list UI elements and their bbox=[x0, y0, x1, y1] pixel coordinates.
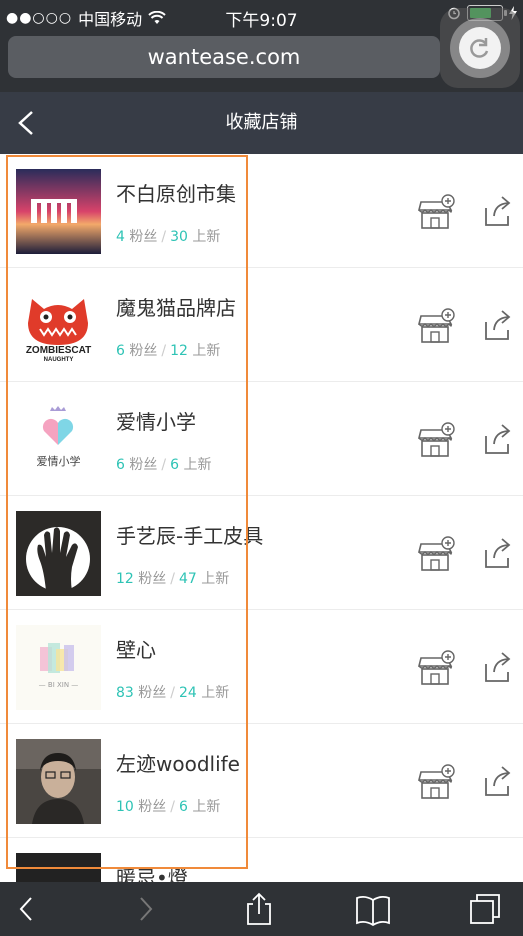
logo-subtext: NAUGHTY bbox=[43, 357, 74, 363]
share-icon bbox=[247, 892, 271, 925]
book-icon bbox=[356, 895, 390, 927]
store-add-icon[interactable] bbox=[417, 536, 457, 572]
logo-text: ZOMBIESCAT bbox=[25, 345, 92, 356]
chevron-right-icon bbox=[140, 897, 153, 921]
tabs-icon bbox=[470, 894, 500, 924]
shop-avatar[interactable]: ZOMBIESCAT NAUGHTY bbox=[16, 283, 101, 368]
share-icon[interactable] bbox=[482, 308, 512, 342]
shop-row[interactable]: ZOMBIESCAT NAUGHTY 魔鬼猫品牌店 6 粉丝/12 上新 bbox=[0, 268, 523, 382]
store-add-icon[interactable] bbox=[417, 422, 457, 458]
shop-name[interactable]: 爱情小学 bbox=[116, 406, 196, 435]
shop-name[interactable]: 不白原创市集 bbox=[116, 178, 236, 207]
shop-row[interactable]: 爱情小学 爱情小学 6 粉丝/6 上新 bbox=[0, 382, 523, 496]
shop-row[interactable]: 手艺辰-手工皮具 12 粉丝/47 上新 bbox=[0, 496, 523, 610]
browser-share-button[interactable] bbox=[242, 892, 276, 926]
store-add-icon[interactable] bbox=[417, 194, 457, 230]
browser-toolbar bbox=[0, 882, 523, 936]
chevron-left-icon bbox=[19, 897, 32, 921]
assistive-touch-button[interactable] bbox=[440, 8, 520, 88]
shop-row[interactable]: — BI XIN — 壁心 83 粉丝/24 上新 bbox=[0, 610, 523, 724]
logo-text: — BI XIN — bbox=[38, 681, 79, 689]
shop-avatar[interactable] bbox=[16, 169, 101, 254]
page-header: 收藏店铺 bbox=[0, 92, 523, 154]
shop-stats: 12 粉丝/47 上新 bbox=[116, 571, 230, 587]
shop-name[interactable]: 壁心 bbox=[116, 634, 156, 663]
shop-name[interactable]: 暖忌•燈 bbox=[116, 862, 188, 882]
share-icon[interactable] bbox=[482, 422, 512, 456]
shop-stats: 6 粉丝/6 上新 bbox=[116, 457, 212, 473]
share-icon[interactable] bbox=[482, 764, 512, 798]
shop-avatar[interactable] bbox=[16, 511, 101, 596]
shop-avatar[interactable] bbox=[16, 853, 101, 882]
store-add-icon[interactable] bbox=[417, 650, 457, 686]
shop-name[interactable]: 手艺辰-手工皮具 bbox=[116, 520, 263, 549]
browser-chrome: ●●○○○ 中国移动 下午9:07 wantease.com bbox=[0, 0, 523, 92]
shop-stats: 83 粉丝/24 上新 bbox=[116, 685, 230, 701]
store-add-icon[interactable] bbox=[417, 308, 457, 344]
reload-icon bbox=[459, 27, 501, 69]
address-bar[interactable]: wantease.com bbox=[8, 36, 440, 78]
page-title: 收藏店铺 bbox=[225, 112, 298, 133]
shop-row[interactable]: 左迹woodlife 10 粉丝/6 上新 bbox=[0, 724, 523, 838]
shop-avatar[interactable] bbox=[16, 739, 101, 824]
shop-stats: 10 粉丝/6 上新 bbox=[116, 799, 221, 815]
shop-avatar[interactable]: — BI XIN — bbox=[16, 625, 101, 710]
shop-stats: 6 粉丝/12 上新 bbox=[116, 343, 221, 359]
logo-text: 爱情小学 bbox=[36, 455, 81, 468]
share-icon[interactable] bbox=[482, 650, 512, 684]
shop-avatar[interactable]: 爱情小学 bbox=[16, 397, 101, 482]
share-icon[interactable] bbox=[482, 536, 512, 570]
shop-list: 不白原创市集 4 粉丝/30 上新 ZOMBIESCAT NAUGHTY 魔鬼猫… bbox=[0, 154, 523, 882]
shop-name[interactable]: 左迹woodlife bbox=[116, 748, 240, 777]
store-add-icon[interactable] bbox=[417, 764, 457, 800]
browser-back-button[interactable] bbox=[10, 892, 44, 926]
browser-forward-button[interactable] bbox=[128, 892, 162, 926]
tabs-button[interactable] bbox=[468, 892, 502, 926]
shop-name[interactable]: 魔鬼猫品牌店 bbox=[116, 292, 236, 321]
shop-row[interactable]: 暖忌•燈 bbox=[0, 838, 523, 882]
shop-stats: 4 粉丝/30 上新 bbox=[116, 229, 221, 245]
shop-row[interactable]: 不白原创市集 4 粉丝/30 上新 bbox=[0, 154, 523, 268]
share-icon[interactable] bbox=[482, 194, 512, 228]
bookmarks-button[interactable] bbox=[355, 892, 390, 927]
